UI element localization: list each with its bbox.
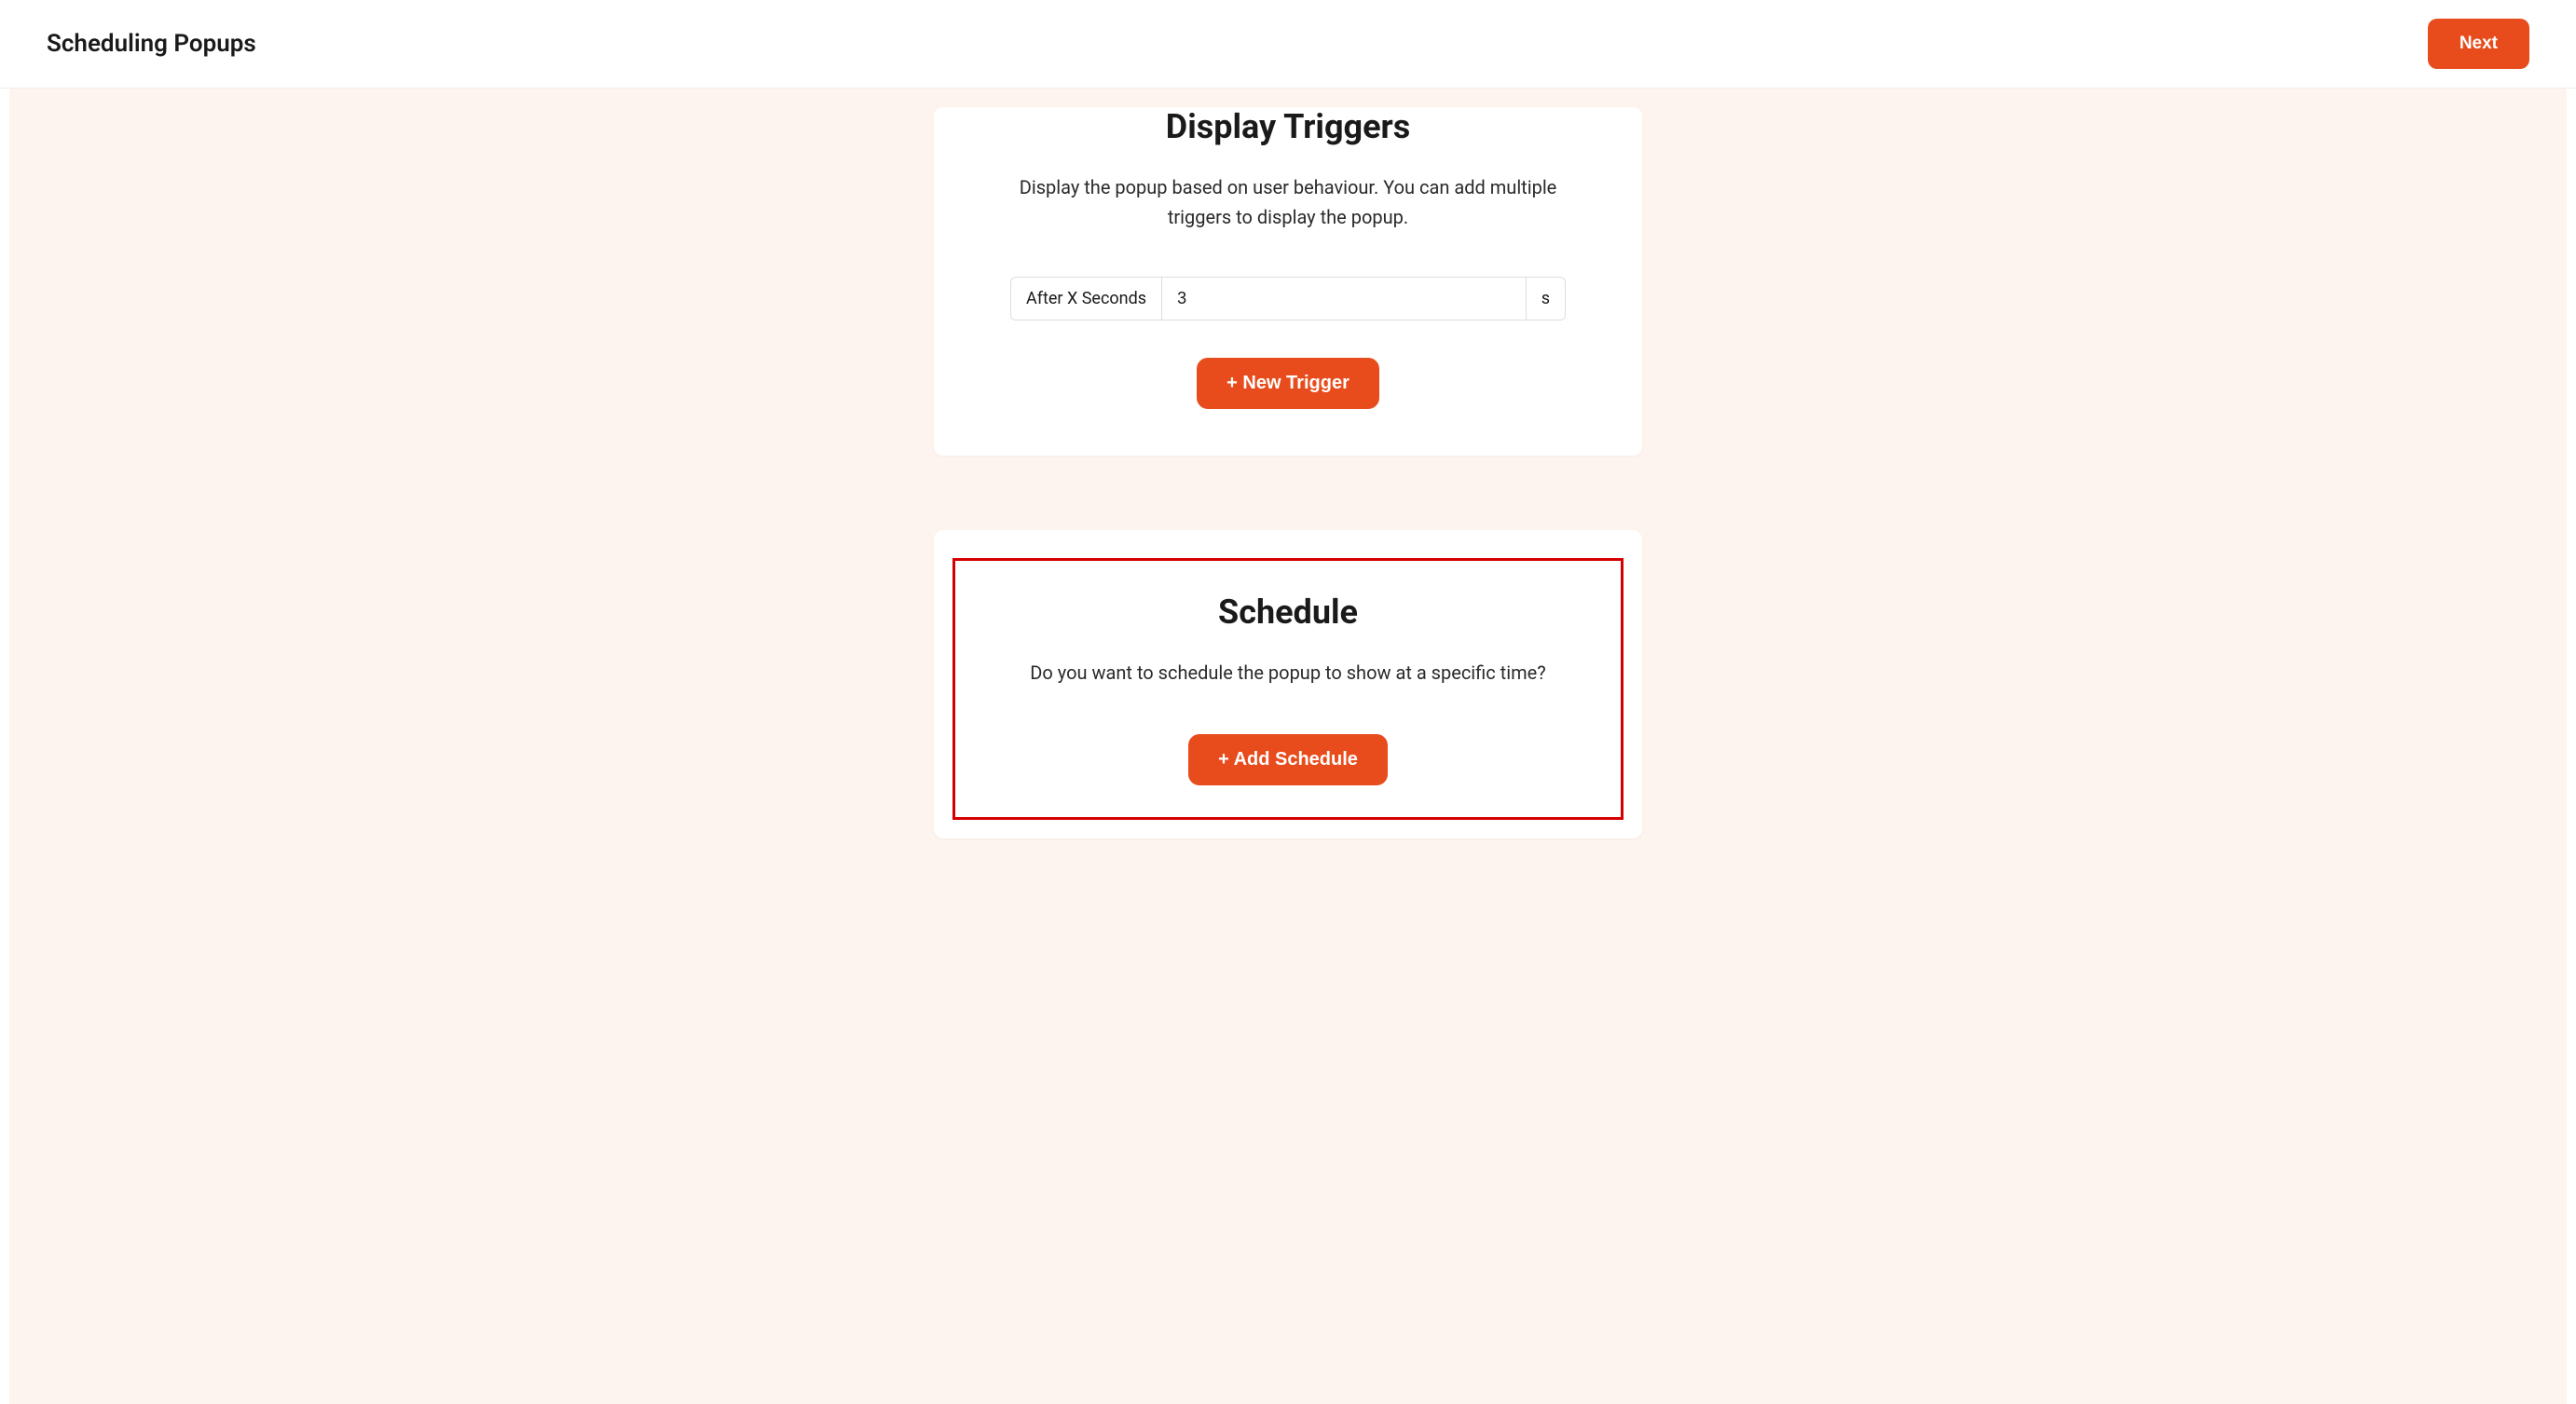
trigger-unit-label: s [1526,278,1565,320]
display-triggers-card: Display Triggers Display the popup based… [934,107,1642,456]
schedule-highlight-box: Schedule Do you want to schedule the pop… [952,558,1624,820]
next-button[interactable]: Next [2428,19,2529,69]
schedule-title: Schedule [974,593,1602,632]
page-title: Scheduling Popups [47,30,256,58]
page-header: Scheduling Popups Next [0,0,2576,89]
main-content: Display Triggers Display the popup based… [9,89,2567,1404]
display-triggers-description: Display the popup based on user behaviou… [980,172,1596,232]
new-trigger-button[interactable]: + New Trigger [1197,358,1379,409]
schedule-description: Do you want to schedule the popup to sho… [974,658,1602,688]
add-schedule-button[interactable]: + Add Schedule [1188,734,1388,785]
schedule-card: Schedule Do you want to schedule the pop… [934,530,1642,838]
trigger-row: After X Seconds s [1010,277,1566,320]
trigger-value-input[interactable] [1162,278,1526,320]
display-triggers-title: Display Triggers [980,107,1596,146]
trigger-type-select[interactable]: After X Seconds [1011,278,1162,320]
